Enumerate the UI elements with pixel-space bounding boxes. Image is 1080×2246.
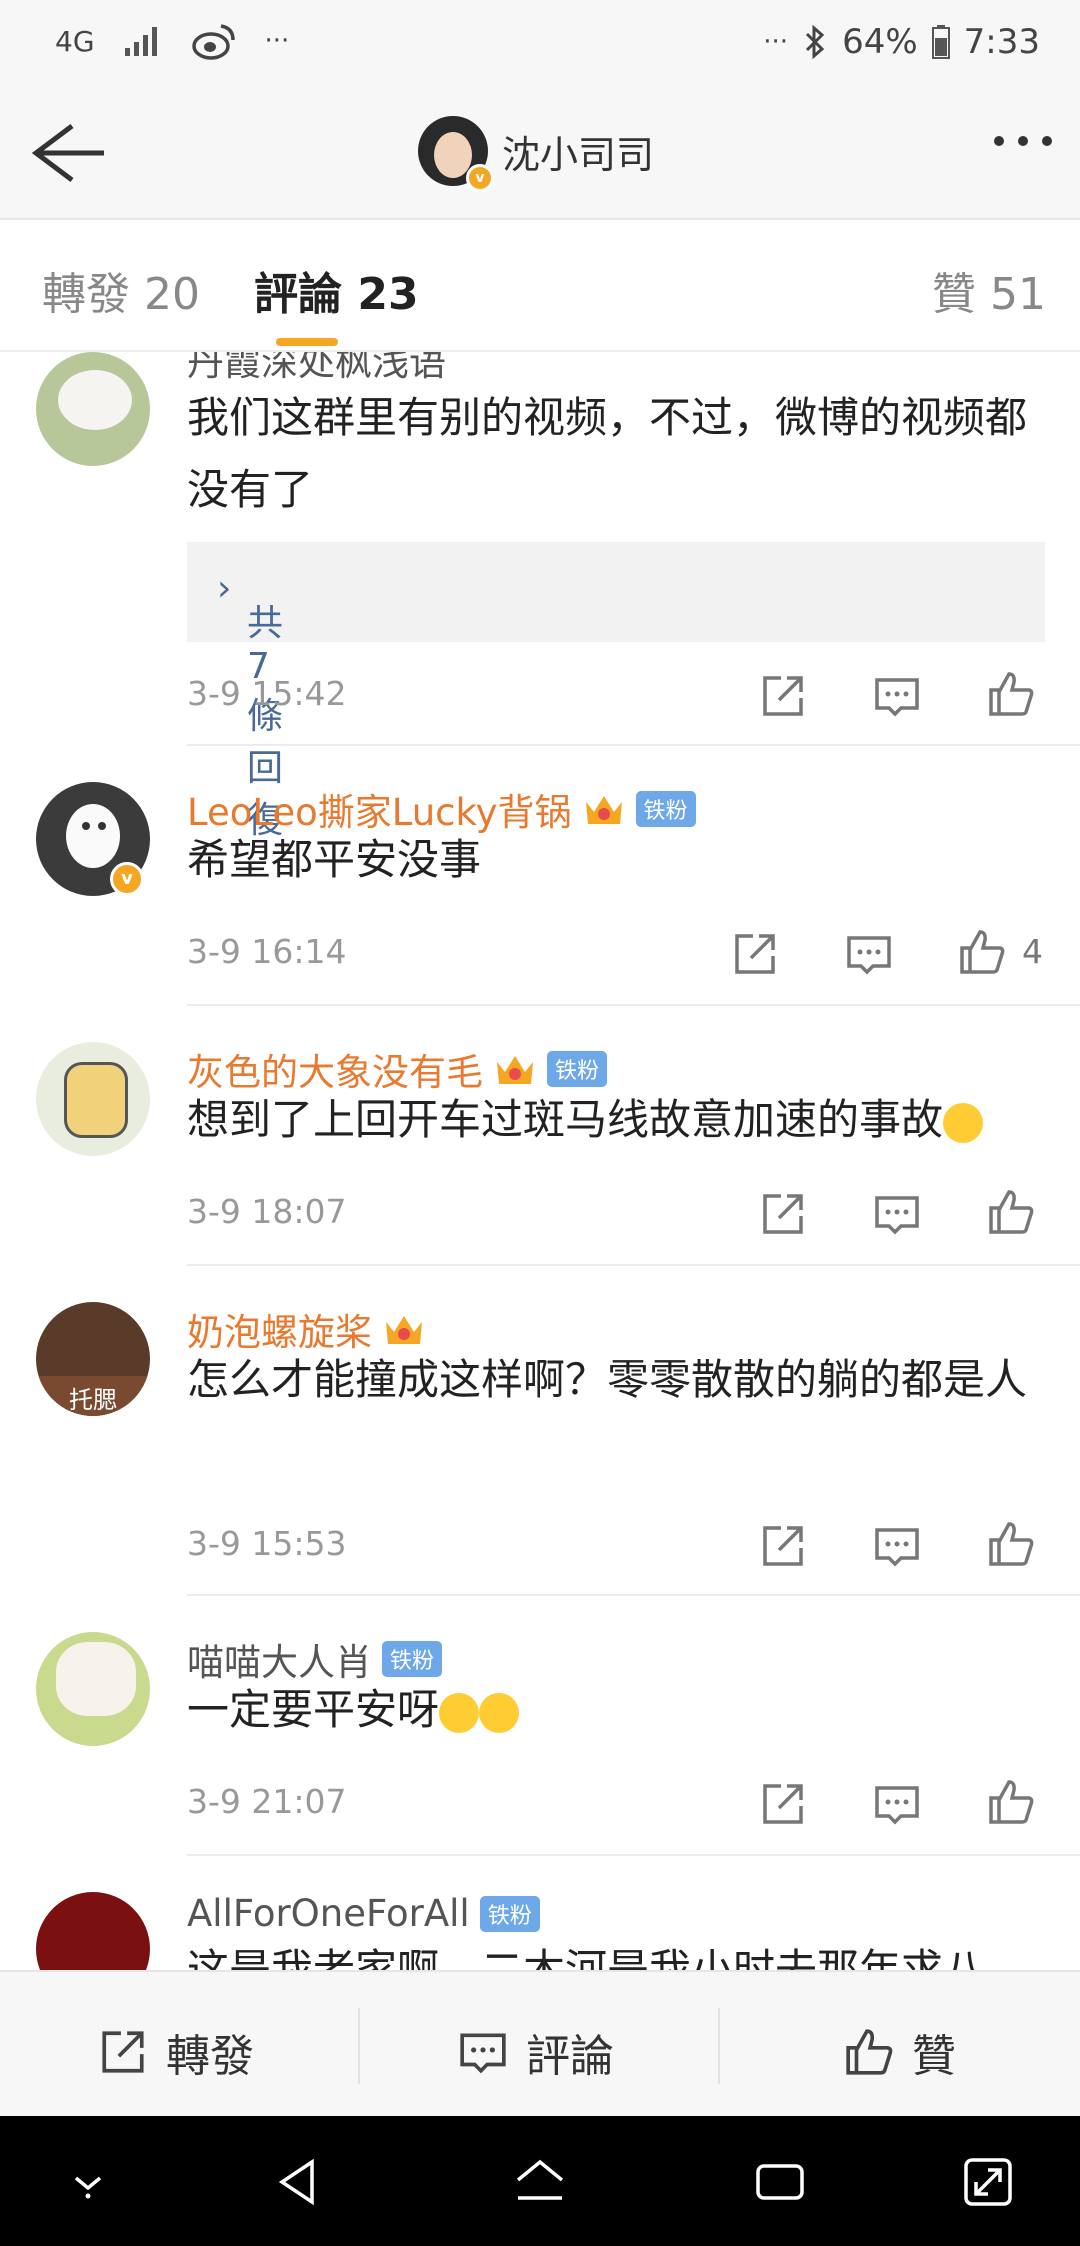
crown-icon [386, 1316, 422, 1344]
comment-username[interactable]: AllForOneForAll 铁粉 [187, 1892, 540, 1935]
fan-badge: 铁粉 [635, 791, 696, 827]
comment-time: 3-9 15:53 [187, 1524, 347, 1563]
comment-time: 3-9 16:14 [187, 932, 347, 971]
more-notifications: ··· [264, 26, 290, 56]
profile-title[interactable]: v 沈小司司 [418, 116, 655, 192]
status-dots: ··· [763, 27, 789, 57]
avatar[interactable] [36, 1042, 150, 1156]
like-icon [846, 2029, 893, 2075]
recent-apps-icon[interactable] [752, 2154, 808, 2210]
comment-icon[interactable] [845, 930, 893, 978]
divider [187, 1854, 1080, 1856]
bluetooth-icon [806, 24, 825, 60]
comment-text: 怎么才能撞成这样啊？零零散散的躺的都是人 [187, 1355, 1028, 1404]
share-icon[interactable] [759, 672, 807, 720]
active-tab-indicator [276, 338, 338, 346]
verified-icon: v [466, 164, 494, 192]
avatar[interactable] [36, 1632, 150, 1746]
like-icon[interactable] [987, 1520, 1035, 1568]
verified-icon: v [110, 862, 144, 896]
more-menu-icon[interactable] [994, 136, 1052, 146]
divider [187, 1264, 1080, 1266]
back-icon[interactable] [272, 2154, 328, 2210]
divider [187, 1594, 1080, 1596]
clock: 7:33 [963, 22, 1040, 62]
weibo-icon [191, 24, 235, 60]
avatar[interactable]: 托腮 [36, 1302, 150, 1416]
like-icon[interactable] [987, 1778, 1035, 1826]
comment-time: 3-9 15:42 [187, 674, 347, 713]
comment-list[interactable]: 丹霞深处枫浅语 我们这群里有别的视频，不过，微博的视频都没有了 共7條回復 › … [0, 352, 1080, 1970]
comment-text: 这是我老家啊，二木河是我小时去那年求八 [187, 1945, 986, 1970]
system-nav-bar [0, 2116, 1080, 2246]
bottom-action-bar: 轉發 評論 贊 [0, 1970, 1080, 2118]
avatar[interactable] [36, 352, 150, 466]
network-indicator: 4G [55, 24, 95, 58]
avatar[interactable]: v [418, 116, 494, 192]
crown-icon [585, 796, 622, 824]
comment-text: 想到了上回开车过斑马线故意加速的事故 [187, 1084, 1067, 1156]
divider [187, 744, 1080, 746]
repost-button[interactable]: 轉發 [98, 2020, 254, 2084]
comment-icon[interactable] [873, 1780, 921, 1828]
signal-icon [124, 27, 157, 56]
divider [358, 2008, 360, 2084]
comment-time: 3-9 18:07 [187, 1192, 347, 1231]
comment-username[interactable]: 丹霞深处枫浅语 [187, 352, 446, 386]
tab-comments[interactable]: 評論 23 [254, 258, 419, 322]
avatar[interactable] [36, 1892, 150, 1970]
fan-badge: 铁粉 [547, 1051, 608, 1087]
share-icon [102, 2031, 144, 2073]
comment-text: 一定要平安呀 [187, 1674, 1047, 1746]
emoji-icon [479, 1692, 520, 1733]
emoji-icon [439, 1692, 480, 1733]
avatar-caption: 托腮 [69, 1386, 117, 1414]
tab-repost[interactable]: 轉發 20 [42, 258, 200, 322]
share-icon[interactable] [759, 1522, 807, 1570]
back-arrow-icon[interactable] [28, 120, 108, 186]
fan-badge: 铁粉 [479, 1895, 540, 1932]
status-bar: 4G ··· ··· 64% 7:33 [0, 0, 1080, 90]
tab-likes[interactable]: 贊 51 [932, 258, 1046, 322]
share-icon[interactable] [759, 1780, 807, 1828]
comment-button[interactable]: 評論 [458, 2020, 614, 2084]
crown-icon [497, 1056, 533, 1084]
divider [187, 1004, 1080, 1006]
fan-badge: 铁粉 [382, 1641, 443, 1677]
like-count: 4 [1022, 932, 1043, 971]
comment-icon [460, 2033, 506, 2074]
battery-icon [931, 25, 950, 59]
comment-icon[interactable] [873, 1522, 921, 1570]
comment-text: 希望都平安没事 [187, 835, 482, 884]
page-title: 沈小司司 [502, 132, 655, 177]
share-icon[interactable] [759, 1190, 807, 1238]
header: v 沈小司司 [0, 90, 1080, 220]
comment-text: 我们这群里有别的视频，不过，微博的视频都没有了 [187, 393, 1028, 514]
like-icon[interactable] [987, 1188, 1035, 1236]
share-icon[interactable] [731, 930, 779, 978]
like-icon[interactable] [958, 928, 1006, 976]
home-icon[interactable] [512, 2154, 568, 2210]
battery-percent: 64% [842, 22, 918, 62]
divider [718, 2008, 720, 2084]
like-button[interactable]: 贊 [844, 2020, 956, 2084]
expand-icon[interactable] [960, 2154, 1016, 2210]
like-icon[interactable] [987, 670, 1035, 718]
emoji-icon [943, 1102, 984, 1143]
chevron-down-icon[interactable] [60, 2154, 116, 2210]
comment-time: 3-9 21:07 [187, 1782, 347, 1821]
reply-thread-link[interactable]: 共7條回復 › [187, 542, 1045, 841]
tab-bar: 轉發 20 評論 23 贊 51 [0, 220, 1080, 352]
comment-icon[interactable] [873, 1190, 921, 1238]
comment-icon[interactable] [873, 672, 921, 720]
